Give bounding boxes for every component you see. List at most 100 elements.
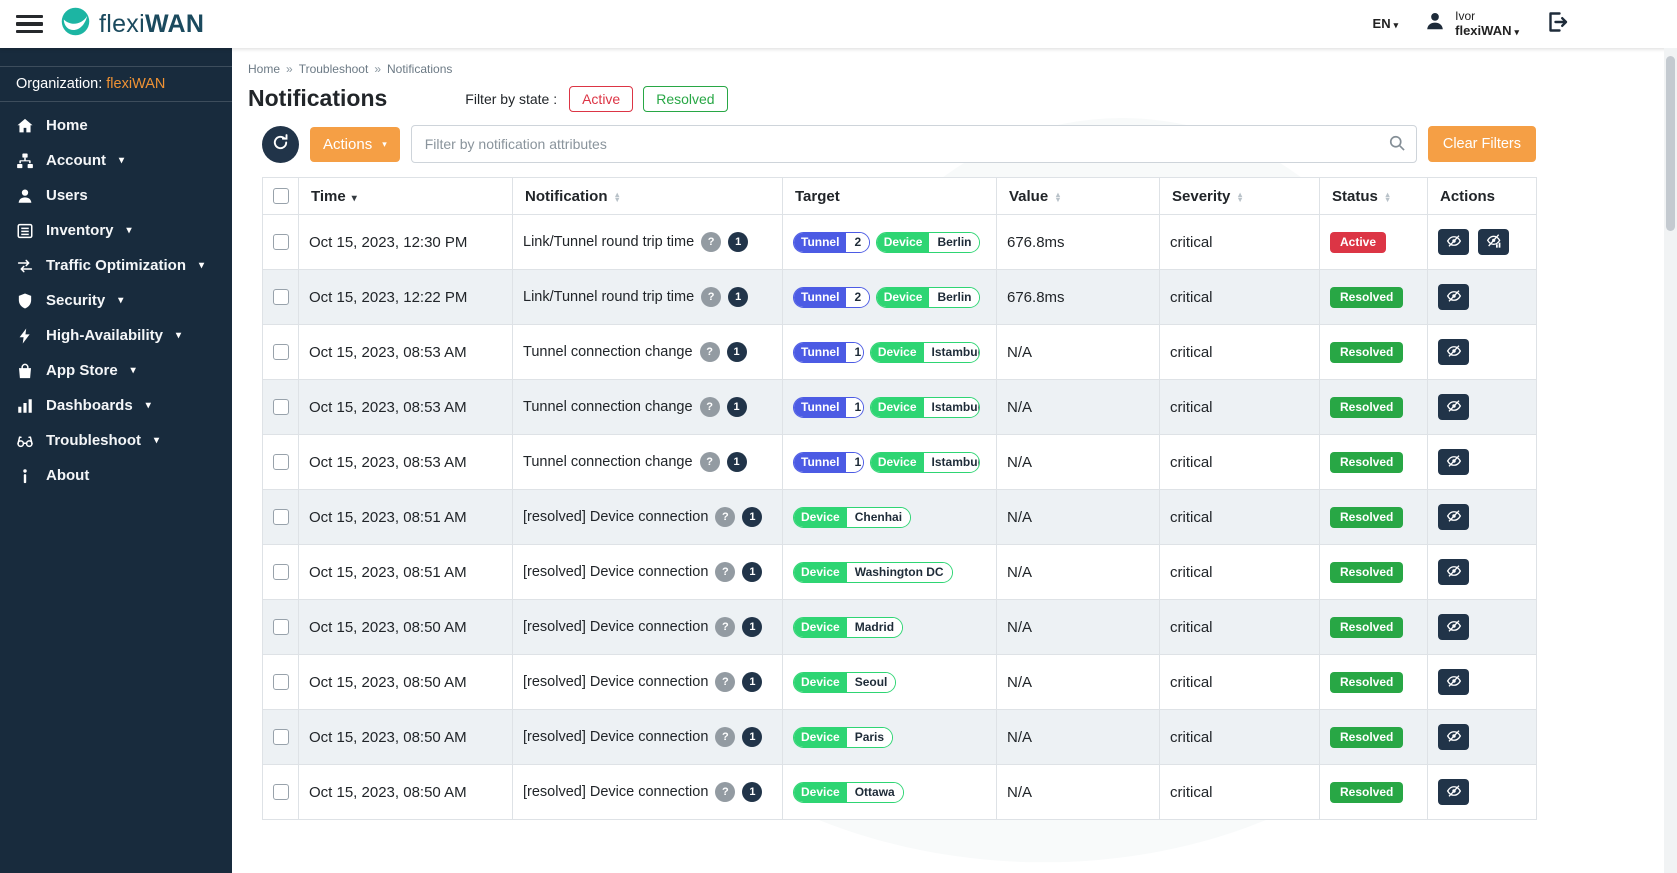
- flexiwan-logo[interactable]: flexiWAN: [59, 5, 204, 43]
- help-icon[interactable]: ?: [701, 287, 722, 307]
- occurrence-count-badge[interactable]: 1: [728, 232, 749, 252]
- user-menu[interactable]: Ivor flexiWAN ▾: [1424, 9, 1519, 39]
- tunnel-badge[interactable]: Tunnel 2: [793, 231, 870, 253]
- vertical-scrollbar[interactable]: [1664, 48, 1677, 873]
- device-badge[interactable]: Device Washington DC: [793, 561, 953, 583]
- eye-slash-button[interactable]: [1438, 449, 1469, 475]
- row-checkbox[interactable]: [272, 344, 289, 360]
- device-badge[interactable]: Device Paris: [793, 726, 894, 748]
- filter-resolved-button[interactable]: Resolved: [643, 85, 728, 112]
- sidebar-item-troubleshoot[interactable]: Troubleshoot ▾: [0, 423, 232, 458]
- eye-slash-button[interactable]: [1438, 229, 1469, 255]
- occurrence-count-badge[interactable]: 1: [742, 507, 763, 527]
- clear-filters-button[interactable]: Clear Filters: [1427, 126, 1536, 162]
- sidebar-item-inventory[interactable]: Inventory ▾: [0, 213, 232, 248]
- chevron-down-icon: ▾: [175, 330, 181, 341]
- filter-active-button[interactable]: Active: [569, 85, 634, 112]
- sidebar-item-dashboards[interactable]: Dashboards ▾: [0, 388, 232, 423]
- tunnel-badge[interactable]: Tunnel 1: [793, 451, 864, 473]
- occurrence-count-badge[interactable]: 1: [742, 727, 763, 747]
- row-checkbox[interactable]: [272, 399, 289, 415]
- sidebar-item-high-availability[interactable]: High-Availability ▾: [0, 318, 232, 353]
- refresh-button[interactable]: [262, 125, 299, 163]
- help-icon[interactable]: ?: [701, 232, 722, 252]
- help-icon[interactable]: ?: [715, 562, 736, 582]
- tunnel-badge[interactable]: Tunnel 1: [793, 396, 864, 418]
- hamburger-menu-icon[interactable]: [16, 14, 43, 34]
- row-select-cell: [262, 214, 299, 270]
- occurrence-count-badge[interactable]: 1: [726, 452, 747, 472]
- tunnel-badge[interactable]: Tunnel 2: [793, 286, 870, 308]
- row-checkbox[interactable]: [272, 564, 289, 580]
- column-header-value[interactable]: Value ▲ ▼: [996, 177, 1160, 215]
- eye-slash-button[interactable]: [1438, 669, 1469, 695]
- occurrence-count-badge[interactable]: 1: [742, 617, 763, 637]
- occurrence-count-badge[interactable]: 1: [742, 672, 763, 692]
- occurrence-count-badge[interactable]: 1: [728, 287, 749, 307]
- help-icon[interactable]: ?: [699, 342, 720, 362]
- row-checkbox[interactable]: [272, 674, 289, 690]
- device-badge[interactable]: Device Madrid: [793, 616, 904, 638]
- row-checkbox[interactable]: [272, 784, 289, 800]
- eye-slash-button[interactable]: [1438, 394, 1469, 420]
- logout-button[interactable]: [1545, 10, 1569, 37]
- row-checkbox[interactable]: [272, 619, 289, 635]
- help-icon[interactable]: ?: [699, 397, 720, 417]
- eye-slash-button[interactable]: [1438, 559, 1469, 585]
- eye-slash-button[interactable]: [1438, 614, 1469, 640]
- notification-cell: [resolved] Device connection? 1: [512, 709, 783, 765]
- eye-slash-button[interactable]: [1438, 779, 1469, 805]
- help-icon[interactable]: ?: [715, 782, 736, 802]
- device-badge[interactable]: Device Berlin: [875, 231, 980, 253]
- sidebar-item-security[interactable]: Security ▾: [0, 283, 232, 318]
- device-badge[interactable]: Device Istambul: [869, 341, 980, 363]
- help-icon[interactable]: ?: [715, 672, 736, 692]
- row-checkbox[interactable]: [272, 234, 289, 250]
- device-badge[interactable]: Device Berlin: [875, 286, 980, 308]
- device-badge[interactable]: Device Ottawa: [793, 781, 904, 803]
- help-icon[interactable]: ?: [715, 727, 736, 747]
- tunnel-badge[interactable]: Tunnel 1: [793, 341, 864, 363]
- breadcrumb-item-notifications[interactable]: Notifications: [387, 62, 452, 76]
- occurrence-count-badge[interactable]: 1: [726, 342, 747, 362]
- help-icon[interactable]: ?: [715, 507, 736, 527]
- language-selector[interactable]: EN ▾: [1373, 16, 1399, 31]
- column-header-notification[interactable]: Notification ▲ ▼: [512, 177, 783, 215]
- row-checkbox[interactable]: [272, 729, 289, 745]
- sidebar-item-app-store[interactable]: App Store ▾: [0, 353, 232, 388]
- sidebar-item-traffic-optimization[interactable]: Traffic Optimization ▾: [0, 248, 232, 283]
- occurrence-count-badge[interactable]: 1: [726, 397, 747, 417]
- device-badge[interactable]: Device Istambul: [869, 451, 980, 473]
- occurrence-count-badge[interactable]: 1: [742, 782, 763, 802]
- eye-slash-button[interactable]: [1438, 504, 1469, 530]
- occurrence-count-badge[interactable]: 1: [742, 562, 763, 582]
- eye-slash-button[interactable]: [1438, 284, 1469, 310]
- breadcrumb-item-home[interactable]: Home: [248, 62, 280, 76]
- eye-slash-button[interactable]: [1438, 339, 1469, 365]
- sidebar-item-label: Home: [46, 117, 88, 134]
- device-badge[interactable]: Device Istambul: [869, 396, 980, 418]
- column-header-severity[interactable]: Severity ▲ ▼: [1159, 177, 1320, 215]
- sidebar-item-users[interactable]: Users: [0, 178, 232, 213]
- help-icon[interactable]: ?: [715, 617, 736, 637]
- eye-slash-alt-button[interactable]: [1478, 229, 1509, 255]
- column-header-time[interactable]: Time ▾: [298, 177, 513, 215]
- actions-dropdown-button[interactable]: Actions ▾: [310, 126, 400, 162]
- row-checkbox[interactable]: [272, 289, 289, 305]
- chevron-down-icon: ▾: [130, 365, 136, 376]
- select-all-checkbox[interactable]: [272, 188, 289, 204]
- search-input[interactable]: [410, 125, 1417, 163]
- column-header-status[interactable]: Status ▲ ▼: [1319, 177, 1428, 215]
- breadcrumb-item-troubleshoot[interactable]: Troubleshoot: [299, 62, 369, 76]
- help-icon[interactable]: ?: [699, 452, 720, 472]
- eye-slash-button[interactable]: [1438, 724, 1469, 750]
- device-badge[interactable]: Device Seoul: [793, 671, 897, 693]
- device-badge[interactable]: Device Chenhai: [793, 506, 912, 528]
- sidebar-item-home[interactable]: Home: [0, 108, 232, 143]
- sidebar-item-account[interactable]: Account ▾: [0, 143, 232, 178]
- scrollbar-thumb[interactable]: [1666, 56, 1675, 231]
- sidebar-item-about[interactable]: About: [0, 458, 232, 493]
- eye-slash-icon: [1446, 563, 1462, 582]
- row-checkbox[interactable]: [272, 454, 289, 470]
- row-checkbox[interactable]: [272, 509, 289, 525]
